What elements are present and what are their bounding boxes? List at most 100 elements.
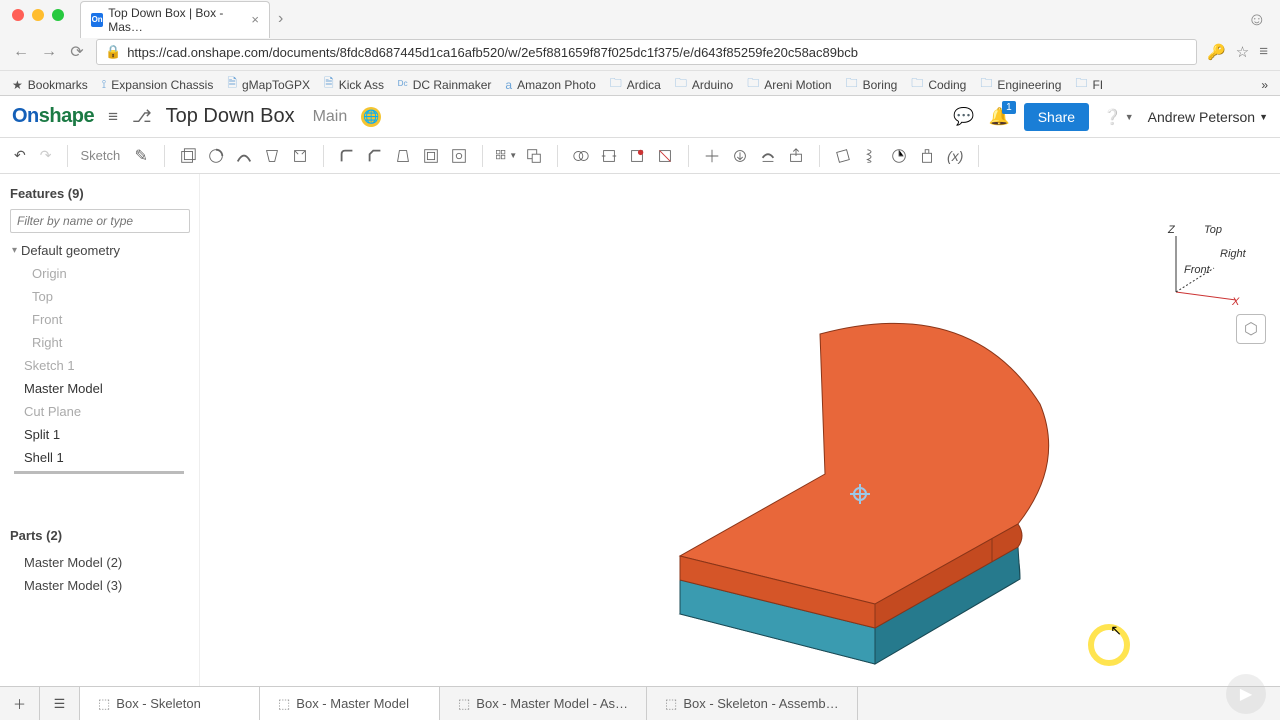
tab-list-icon[interactable]: ☰ [40, 687, 80, 720]
mate-connector-icon[interactable] [916, 145, 938, 167]
notification-icon[interactable]: 🔔1 [989, 107, 1010, 127]
shell-icon[interactable] [420, 145, 442, 167]
close-window-icon[interactable] [12, 9, 24, 21]
helix-icon[interactable] [860, 145, 882, 167]
minimize-window-icon[interactable] [32, 9, 44, 21]
pencil-icon[interactable]: ✎ [130, 145, 152, 167]
variable-icon[interactable]: (x) [944, 145, 966, 167]
cursor-icon: ↖ [1110, 622, 1122, 639]
bookmark-item[interactable]: ᴰᶜDC Rainmaker [398, 78, 491, 92]
workspace-tab[interactable]: ⬚Box - Skeleton [80, 687, 260, 720]
onshape-logo[interactable]: Onshape [12, 105, 94, 128]
loft-icon[interactable] [261, 145, 283, 167]
undo-icon[interactable]: ↶ [10, 144, 30, 167]
feature-item[interactable]: Shell 1 [10, 446, 189, 469]
maximize-window-icon[interactable] [52, 9, 64, 21]
bookmark-item[interactable]: 🗎gMapToGPX [227, 74, 310, 95]
browser-tab[interactable]: On Top Down Box | Box - Mas… × [80, 1, 270, 38]
feature-item[interactable]: Cut Plane [10, 400, 189, 423]
sheet-metal-icon[interactable] [888, 145, 910, 167]
feature-item[interactable]: Top [10, 285, 189, 308]
bookmark-item[interactable]: 🗀FI [1075, 74, 1103, 95]
thicken-icon[interactable] [289, 145, 311, 167]
split-icon[interactable] [570, 145, 592, 167]
part-item[interactable]: Master Model (2) [10, 551, 189, 574]
hamburger-icon[interactable]: ≡ [108, 107, 118, 127]
revolve-icon[interactable] [205, 145, 227, 167]
sweep-icon[interactable] [233, 145, 255, 167]
overflow-icon[interactable]: » [1261, 78, 1268, 92]
sketch-button[interactable]: Sketch [80, 148, 120, 163]
move-icon[interactable] [598, 145, 620, 167]
iso-view-icon[interactable]: ⬡ [1236, 314, 1266, 344]
new-tab-icon[interactable]: › [278, 10, 283, 28]
feature-item[interactable]: Right [10, 331, 189, 354]
star-icon[interactable]: ☆ [1236, 43, 1249, 61]
bookmark-item[interactable]: 🗎Kick Ass [324, 74, 384, 95]
bookmark-item[interactable]: 🗀Arduino [675, 74, 733, 95]
folder-icon: 🗀 [911, 74, 923, 95]
doc-title[interactable]: Top Down Box [166, 105, 295, 128]
plane-icon[interactable] [832, 145, 854, 167]
globe-icon[interactable]: 🌐 [361, 107, 381, 127]
pattern-icon[interactable]: ▼ [495, 145, 517, 167]
user-menu[interactable]: Andrew Peterson▼ [1148, 109, 1268, 125]
delete-face-icon[interactable] [626, 145, 648, 167]
branch-icon[interactable]: ⎇ [132, 107, 152, 127]
bookmark-item[interactable]: 🗀Boring [846, 74, 898, 95]
boolean-icon[interactable] [523, 145, 545, 167]
part-item[interactable]: Master Model (3) [10, 574, 189, 597]
workspace-tab[interactable]: ⬚Box - Skeleton - Assemb… [647, 687, 858, 720]
bookmark-item[interactable]: aAmazon Photo [505, 78, 595, 92]
tab-close-icon[interactable]: × [251, 12, 259, 27]
feature-item[interactable]: Origin [10, 262, 189, 285]
part-studio-icon: ⬚ [278, 696, 290, 712]
comment-icon[interactable]: 💬 [953, 107, 974, 127]
back-icon[interactable]: ← [12, 43, 30, 61]
export-icon[interactable] [785, 145, 807, 167]
transform-icon[interactable] [701, 145, 723, 167]
toolbar: ↶ ↷ Sketch ✎ ▼ (x) [0, 138, 1280, 174]
key-icon[interactable]: 🔑 [1207, 43, 1226, 61]
workspace-tab[interactable]: ⬚Box - Master Model [260, 687, 440, 720]
add-tab-icon[interactable]: ＋ [0, 687, 40, 720]
bookmarks-button[interactable]: ★Bookmarks [12, 78, 88, 92]
bookmark-item[interactable]: 🗀Coding [911, 74, 966, 95]
workspace-tab[interactable]: ⬚Box - Master Model - As… [440, 687, 647, 720]
model-3d[interactable] [620, 304, 1120, 704]
bookmark-item[interactable]: ⟟Expansion Chassis [102, 77, 214, 92]
import-icon[interactable] [729, 145, 751, 167]
rib-icon[interactable] [448, 145, 470, 167]
extrude-icon[interactable] [177, 145, 199, 167]
bookmark-item[interactable]: 🗀Ardica [610, 74, 661, 95]
menu-icon[interactable]: ≡ [1259, 43, 1268, 61]
url-bar[interactable]: 🔒 https://cad.onshape.com/documents/8fdc… [96, 39, 1197, 65]
features-filter-input[interactable] [10, 209, 190, 233]
fillet-icon[interactable] [336, 145, 358, 167]
chamfer-icon[interactable] [364, 145, 386, 167]
assembly-icon: ⬚ [458, 696, 470, 712]
feature-item[interactable]: Sketch 1 [10, 354, 189, 377]
feature-item[interactable]: Front [10, 308, 189, 331]
redo-icon[interactable]: ↷ [36, 144, 56, 167]
chevron-down-icon: ▾ [12, 245, 17, 256]
reload-icon[interactable]: ⟳ [68, 42, 86, 62]
canvas-3d[interactable]: Z X Front Top Right ⬡ ↖ [200, 174, 1280, 686]
play-icon[interactable]: ▶ [1226, 674, 1266, 714]
bookmark-item[interactable]: 🗀Engineering [980, 74, 1061, 95]
derived-icon[interactable] [757, 145, 779, 167]
bookmark-icon: 🗎 [324, 74, 334, 95]
feature-item[interactable]: Split 1 [10, 423, 189, 446]
feature-item[interactable]: Master Model [10, 377, 189, 400]
share-button[interactable]: Share [1024, 103, 1089, 131]
bookmark-item[interactable]: 🗀Areni Motion [747, 74, 831, 95]
star-filled-icon: ★ [12, 78, 23, 92]
draft-icon[interactable] [392, 145, 414, 167]
branch-name[interactable]: Main [313, 108, 348, 126]
view-cube[interactable]: Z X Front Top Right [1160, 224, 1250, 314]
incognito-icon[interactable]: ☺ [1248, 9, 1266, 30]
help-icon[interactable]: ❔▼ [1103, 108, 1134, 126]
modify-fillet-icon[interactable] [654, 145, 676, 167]
part-studio-icon: ⬚ [98, 696, 110, 712]
feature-group[interactable]: ▾Default geometry [10, 239, 189, 262]
